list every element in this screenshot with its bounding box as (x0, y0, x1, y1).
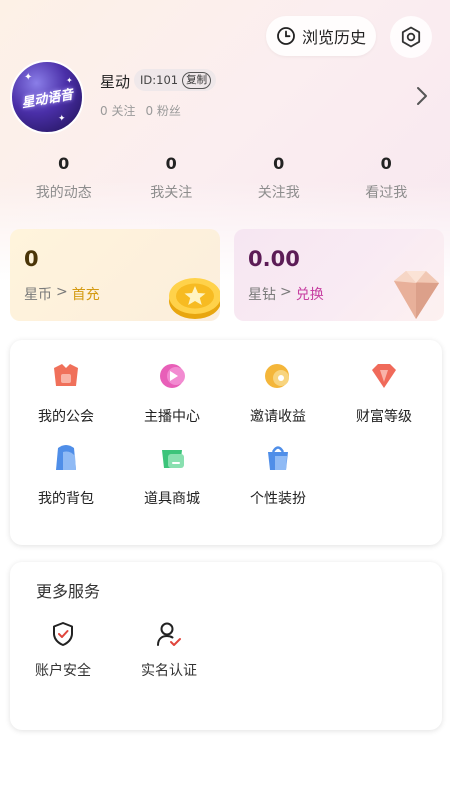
feature-backpack[interactable]: 我的背包 (16, 440, 116, 508)
diamond-icon (394, 271, 439, 319)
user-verify-icon (157, 622, 181, 646)
browse-history-button[interactable]: 浏览历史 (266, 16, 376, 56)
first-recharge-link[interactable]: 首充 (72, 284, 100, 304)
user-id-chip: ID:101 复制 (134, 69, 217, 91)
feature-invite-earnings[interactable]: 邀请收益 (228, 358, 328, 426)
more-services-title: 更多服务 (36, 582, 101, 601)
avatar[interactable]: ✦ ✦ ✦ 星动语音 (10, 60, 84, 134)
stat-followers[interactable]: 0 关注我 (225, 154, 333, 202)
stats-row: 0 我的动态 0 我关注 0 关注我 0 看过我 (10, 154, 440, 202)
stat-label: 看过我 (365, 185, 408, 201)
exchange-link[interactable]: 兑换 (296, 284, 324, 304)
feature-label: 我的公会 (38, 409, 94, 425)
service-label: 账户安全 (35, 663, 91, 679)
settings-button[interactable] (390, 16, 432, 58)
service-account-security[interactable]: 账户安全 (18, 620, 108, 680)
copy-id-button[interactable]: 复制 (182, 71, 212, 89)
avatar-logo-text: 星动语音 (20, 87, 75, 111)
feature-label: 主播中心 (144, 409, 200, 425)
clock-icon (277, 27, 295, 45)
feature-guild[interactable]: 我的公会 (16, 358, 116, 426)
feature-wealth-level[interactable]: 财富等级 (334, 358, 434, 426)
features-panel: 我的公会 主播中心 邀请收益 财富等级 我的背包 道具商城 个性装扮 (10, 340, 442, 545)
wealth-level-icon (372, 364, 396, 388)
star-coin-label: 星币 (24, 287, 52, 303)
backpack-icon (56, 445, 76, 470)
invite-earnings-icon (265, 364, 289, 388)
feature-label: 个性装扮 (250, 491, 306, 507)
profile-detail-button[interactable] (415, 85, 429, 111)
username: 星动 (100, 73, 131, 91)
stat-my-posts[interactable]: 0 我的动态 (10, 154, 118, 202)
chevron-right-icon (417, 87, 427, 105)
stat-visitors[interactable]: 0 看过我 (333, 154, 441, 202)
dress-up-icon (268, 446, 288, 470)
separator: > (280, 284, 292, 300)
fans-count: 0 粉丝 (145, 104, 181, 118)
stat-following[interactable]: 0 我关注 (118, 154, 226, 202)
browse-history-label: 浏览历史 (301, 28, 366, 47)
feature-dress-up[interactable]: 个性装扮 (228, 440, 328, 508)
follow-summary: 0 关注 0 粉丝 (100, 102, 181, 119)
star-diamond-balance: 0.00 (248, 247, 300, 271)
feature-anchor-center[interactable]: 主播中心 (122, 358, 222, 426)
feature-label: 邀请收益 (250, 409, 306, 425)
feature-label: 财富等级 (356, 409, 412, 425)
anchor-center-icon (160, 364, 185, 388)
star-diamond-label: 星钻 (248, 287, 276, 303)
sparkle-icon: ✦ (24, 72, 33, 83)
star-diamond-card[interactable]: 0.00 星钻 > 兑换 (234, 229, 444, 321)
stat-label: 关注我 (257, 185, 300, 201)
shield-icon (53, 622, 73, 646)
guild-icon (54, 364, 78, 386)
separator: > (56, 284, 68, 300)
service-label: 实名认证 (141, 663, 197, 679)
user-id: ID:101 (140, 73, 179, 87)
coin-icon (169, 278, 220, 319)
feature-label: 道具商城 (144, 491, 200, 507)
feature-props-mall[interactable]: 道具商城 (122, 440, 222, 508)
more-services-panel: 更多服务 账户安全 实名认证 (10, 562, 442, 730)
settings-icon (401, 26, 421, 48)
stat-value: 0 (58, 154, 70, 173)
stat-value: 0 (165, 154, 177, 173)
service-real-name-verification[interactable]: 实名认证 (124, 620, 214, 680)
stat-label: 我的动态 (35, 185, 92, 201)
stat-value: 0 (273, 154, 285, 173)
following-count: 0 关注 (100, 104, 136, 118)
star-coin-balance: 0 (24, 247, 39, 271)
feature-label: 我的背包 (38, 491, 94, 507)
stat-value: 0 (380, 154, 392, 173)
star-coin-card[interactable]: 0 星币 > 首充 (10, 229, 220, 321)
stat-label: 我关注 (150, 185, 193, 201)
sparkle-icon: ✦ (58, 114, 66, 124)
props-mall-icon (162, 450, 184, 468)
